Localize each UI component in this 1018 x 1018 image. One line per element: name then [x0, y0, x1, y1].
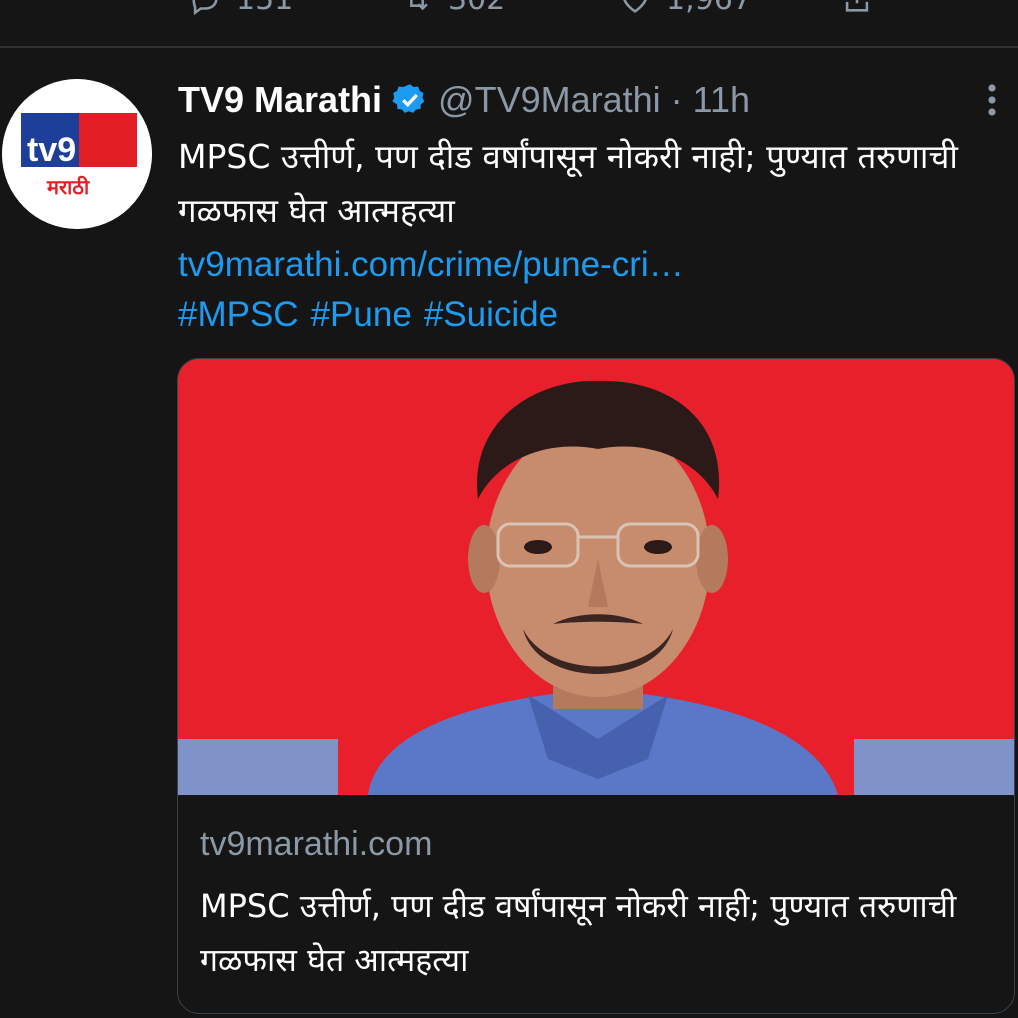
timestamp[interactable]: 11h	[693, 79, 750, 121]
hashtag-suicide[interactable]: #Suicide	[424, 295, 558, 334]
heart-icon	[623, 0, 647, 13]
hashtag-list: #MPSC #Pune #Suicide	[178, 290, 570, 340]
retweet-count: 302	[448, 0, 505, 17]
tweet-divider	[0, 46, 1018, 48]
card-image[interactable]	[178, 359, 1014, 795]
like-count: 1,967	[666, 0, 752, 17]
avatar[interactable]: tv9 मराठी	[2, 79, 152, 229]
logo-subtitle: मराठी	[46, 175, 90, 199]
like-action[interactable]: 1,967	[618, 0, 752, 17]
more-options-icon[interactable]	[982, 78, 1002, 122]
portrait-photo-icon	[178, 359, 1014, 795]
tweet-link[interactable]: tv9marathi.com/crime/pune-cri…	[178, 240, 684, 290]
retweet-action[interactable]: 302	[400, 0, 505, 17]
tweet-header: TV9 Marathi @TV9Marathi · 11h	[178, 78, 750, 122]
tweet-text: MPSC उत्तीर्ण, पण दीड वर्षांपासून नोकरी …	[178, 137, 958, 230]
author-handle[interactable]: @TV9Marathi	[438, 79, 661, 121]
hashtag-mpsc[interactable]: #MPSC	[178, 295, 299, 334]
tv9-logo-icon: tv9 मराठी	[2, 79, 152, 229]
author-name[interactable]: TV9 Marathi	[178, 79, 382, 121]
share-action[interactable]	[840, 0, 874, 16]
card-title: MPSC उत्तीर्ण, पण दीड वर्षांपासून नोकरी …	[200, 887, 957, 979]
previous-tweet-actions: 151 302 1,967	[0, 0, 1018, 20]
card-domain: tv9marathi.com	[200, 825, 433, 863]
hashtag-pune[interactable]: #Pune	[311, 295, 412, 334]
logo-text: tv9	[27, 131, 76, 169]
verified-badge-icon	[392, 84, 425, 113]
reply-icon	[192, 0, 218, 15]
reply-count: 151	[236, 0, 293, 17]
reply-action[interactable]: 151	[188, 0, 293, 17]
retweet-icon	[410, 0, 428, 10]
share-icon	[845, 0, 869, 12]
link-preview-card[interactable]: tv9marathi.com MPSC उत्तीर्ण, पण दीड वर्…	[177, 358, 1015, 1014]
separator-dot: ·	[670, 79, 683, 120]
